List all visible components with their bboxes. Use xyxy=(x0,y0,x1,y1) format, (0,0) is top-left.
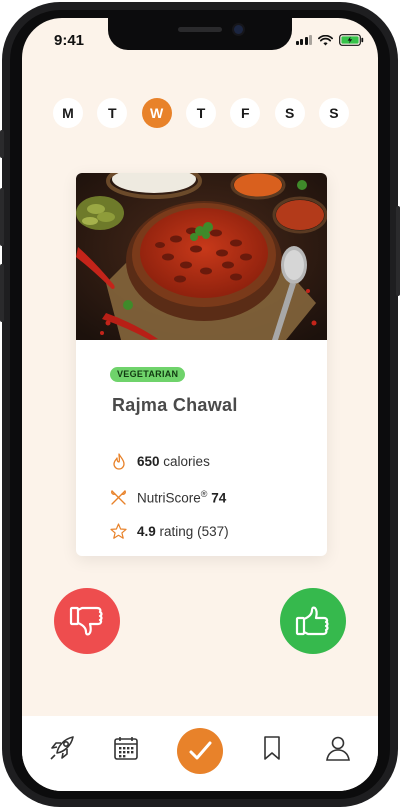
flame-icon xyxy=(110,453,127,470)
day-selector: M T W T F S S xyxy=(53,98,349,128)
volume-up-button xyxy=(0,188,4,246)
thumbs-down-icon xyxy=(69,606,103,636)
wifi-icon xyxy=(318,34,333,45)
thumbs-up-icon xyxy=(295,606,329,636)
diet-badge: VEGETARIAN xyxy=(110,367,186,382)
nutriscore-row: NutriScore® 74 xyxy=(110,489,226,506)
notch xyxy=(108,18,292,50)
tab-calendar[interactable] xyxy=(110,732,142,764)
tab-discover[interactable] xyxy=(46,732,78,764)
mute-switch xyxy=(0,130,4,158)
power-button xyxy=(396,206,400,296)
app-screen: 9:41 M T W T F S S VEGETARIAN Rajma Chaw… xyxy=(22,18,378,791)
calories-label: calories xyxy=(163,454,210,469)
day-wednesday[interactable]: W xyxy=(141,98,172,128)
day-thursday[interactable]: T xyxy=(185,98,216,128)
bottom-tab-bar xyxy=(22,716,378,791)
check-icon xyxy=(189,741,212,760)
status-icons xyxy=(295,34,365,46)
rating-row: 4.9 rating (537) xyxy=(110,523,229,540)
bookmark-icon xyxy=(264,736,280,760)
front-camera xyxy=(234,25,243,34)
nutriscore-label: NutriScore xyxy=(137,490,201,506)
dislike-button[interactable] xyxy=(54,588,120,654)
speaker-grille xyxy=(178,27,222,32)
recipe-title: Rajma Chawal xyxy=(112,395,238,415)
day-tuesday[interactable]: T xyxy=(97,98,128,128)
nutriscore-value: 74 xyxy=(211,490,227,506)
tab-profile[interactable] xyxy=(322,732,354,764)
registered-mark: ® xyxy=(200,489,208,500)
day-sunday[interactable]: S xyxy=(318,98,349,128)
cellular-signal-icon xyxy=(295,35,312,45)
like-button[interactable] xyxy=(280,588,346,654)
calendar-icon xyxy=(114,737,138,760)
calories-row: 650 calories xyxy=(110,453,210,470)
tab-saved[interactable] xyxy=(256,732,288,764)
calories-value: 650 xyxy=(137,454,160,469)
recipe-photo xyxy=(76,173,327,340)
volume-down-button xyxy=(0,264,4,322)
day-saturday[interactable]: S xyxy=(274,98,305,128)
day-monday[interactable]: M xyxy=(53,98,83,128)
utensils-icon xyxy=(110,489,127,506)
recipe-card[interactable]: VEGETARIAN Rajma Chawal 650 calories Nut… xyxy=(76,173,327,556)
day-friday[interactable]: F xyxy=(230,98,261,128)
rating-value: 4.9 xyxy=(137,524,156,539)
battery-charging-icon xyxy=(339,34,364,46)
tab-confirm[interactable] xyxy=(177,728,223,774)
status-time: 9:41 xyxy=(54,32,85,49)
user-icon xyxy=(326,736,350,761)
rocket-icon xyxy=(50,736,74,760)
phone-frame: 9:41 M T W T F S S VEGETARIAN Rajma Chaw… xyxy=(0,0,400,809)
rating-label: rating (537) xyxy=(159,524,229,539)
star-icon xyxy=(110,523,127,540)
